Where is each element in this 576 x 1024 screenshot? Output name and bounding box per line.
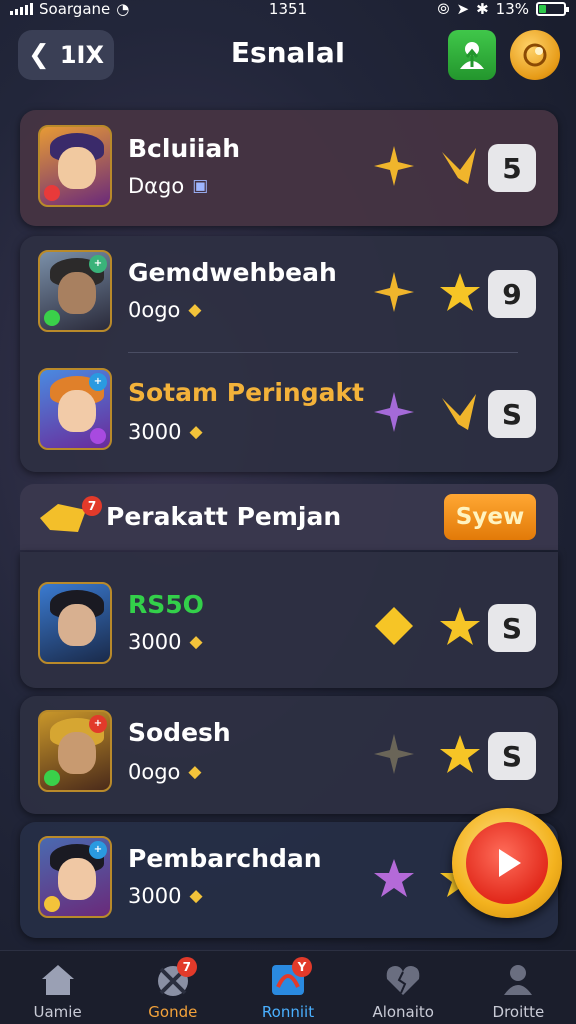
price-button[interactable]: S	[488, 732, 536, 780]
coin-bag-icon: ◆	[188, 762, 202, 782]
offer-row[interactable]: + Sotam Peringakt 3000 ◆ S	[20, 354, 558, 470]
offer-group-card: + Gemdwehbeah 0ogo ◆ 9 + Sotam Peringakt…	[20, 236, 558, 472]
hero-avatar: +	[38, 368, 112, 450]
offer-value: 3000 ◆	[128, 884, 203, 908]
price-button[interactable]: S	[488, 390, 536, 438]
notification-badge: Y	[292, 957, 312, 977]
bottom-nav: Uamie 7 Gonde Y Ronniit Alonaito Droitte	[0, 950, 576, 1024]
gold-star-icon	[440, 273, 480, 311]
nav-label: Gonde	[148, 1003, 198, 1021]
clock: 1351	[268, 0, 308, 18]
nav-item-battle[interactable]: 7 Gonde	[115, 951, 230, 1024]
purple-star-icon	[374, 859, 414, 897]
nav-item-profile[interactable]: Droitte	[461, 951, 576, 1024]
offer-value: 0ogo ◆	[128, 298, 202, 322]
price-button[interactable]: S	[488, 604, 536, 652]
hero-avatar: +	[38, 710, 112, 792]
person-upload-icon	[460, 42, 484, 69]
ticket-icon	[40, 504, 86, 532]
offer-name: Pembarchdan	[128, 844, 322, 873]
hero-avatar: +	[38, 836, 112, 918]
offer-value: 3000 ◆	[128, 630, 203, 654]
offer-name: RS5O	[128, 590, 204, 619]
section-title: Perakatt Pemjan	[106, 502, 342, 531]
offer-card[interactable]: RS5O 3000 ◆ S	[20, 552, 558, 688]
offer-name: Gemdwehbeah	[128, 258, 337, 287]
row-divider	[128, 352, 518, 353]
price-button[interactable]: 5	[488, 144, 536, 192]
gold-star-icon	[440, 607, 480, 645]
offer-name: Bcluiiah	[128, 134, 241, 163]
hero-avatar: +	[38, 250, 112, 332]
coin-bag-icon: ◆	[189, 422, 203, 442]
badge-icon: +	[89, 373, 107, 391]
hero-avatar	[38, 125, 112, 207]
gold-wing-icon	[442, 394, 476, 430]
play-icon	[499, 849, 521, 877]
coin-bag-icon: ◆	[189, 632, 203, 652]
broken-heart-icon	[386, 966, 420, 995]
coin-button[interactable]	[510, 30, 560, 80]
view-button[interactable]: Syew	[444, 494, 536, 540]
profile-icon	[504, 965, 533, 995]
price-button[interactable]: 9	[488, 270, 536, 318]
coin-bag-icon: ◆	[188, 300, 202, 320]
badge-icon: +	[89, 841, 107, 859]
hero-avatar	[38, 582, 112, 664]
coin-icon	[523, 43, 547, 67]
nav-item-alliance[interactable]: Alonaito	[346, 951, 461, 1024]
gray-shuriken-icon	[374, 734, 414, 774]
purple-shuriken-icon	[374, 392, 414, 432]
offer-value: 3000 ◆	[128, 420, 203, 444]
nav-item-ranking[interactable]: Y Ronniit	[230, 951, 345, 1024]
coin-bag-icon: ◆	[189, 886, 203, 906]
status-bar: Soargane ◔ 1351 ⦾ ➤ ✱ 13%	[0, 0, 576, 18]
gold-shuriken-icon	[374, 146, 414, 186]
gift-icon: ▣	[192, 176, 209, 196]
offer-value: Dαgo ▣	[128, 174, 209, 198]
notification-badge: 7	[82, 496, 102, 516]
gold-diamond-icon	[375, 607, 413, 645]
nav-label: Droitte	[492, 1003, 545, 1021]
offer-card[interactable]: Bcluiiah Dαgo ▣ 5	[20, 110, 558, 226]
badge-icon: +	[89, 715, 107, 733]
add-friend-button[interactable]	[448, 30, 496, 80]
section-header: 7 Perakatt Pemjan Syew	[20, 484, 558, 550]
home-icon	[41, 965, 74, 995]
offer-name: Sodesh	[128, 718, 231, 747]
gold-shuriken-icon	[374, 272, 414, 312]
offer-name: Sotam Peringakt	[128, 378, 365, 407]
nav-item-home[interactable]: Uamie	[0, 951, 115, 1024]
play-button[interactable]	[452, 808, 562, 918]
battery-icon	[536, 2, 569, 16]
gold-wing-icon	[442, 148, 476, 184]
top-bar: ❮ 1IX EsnaIaI	[0, 20, 576, 92]
notification-badge: 7	[176, 957, 197, 977]
badge-icon: +	[89, 255, 107, 273]
offer-row[interactable]: + Gemdwehbeah 0ogo ◆ 9	[20, 236, 558, 352]
offer-card[interactable]: + Sodesh 0ogo ◆ S	[20, 696, 558, 814]
nav-label: Uamie	[33, 1003, 82, 1021]
gold-star-icon	[440, 735, 480, 773]
offer-value: 0ogo ◆	[128, 760, 202, 784]
nav-label: Alonaito	[372, 1003, 434, 1021]
nav-label: Ronniit	[261, 1003, 315, 1021]
